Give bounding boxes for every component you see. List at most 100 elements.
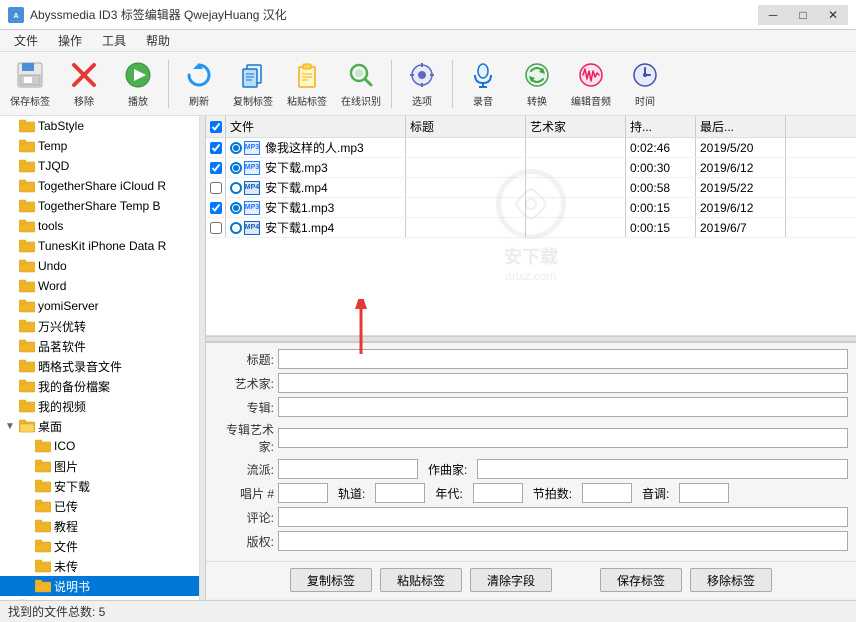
- remove-tag-button[interactable]: 移除标签: [690, 568, 772, 592]
- maximize-button[interactable]: □: [788, 5, 818, 25]
- select-all-checkbox[interactable]: [210, 121, 222, 133]
- artist-label: 艺术家:: [214, 375, 274, 392]
- sidebar-item-wanxing[interactable]: 万兴优转: [0, 316, 199, 336]
- sidebar-item-desktop[interactable]: ▼桌面: [0, 416, 199, 436]
- menu-file[interactable]: 文件: [4, 30, 48, 51]
- menu-operation[interactable]: 操作: [48, 30, 92, 51]
- album-artist-input[interactable]: [278, 428, 848, 448]
- sidebar-item-wenjian[interactable]: 文件: [0, 536, 199, 556]
- sidebar-item-tjqd[interactable]: TJQD: [0, 156, 199, 176]
- sidebar-item-beifeng[interactable]: 我的备份檔案: [0, 376, 199, 396]
- table-row[interactable]: MP3 安下载1.mp3 0:00:15 2019/6/12: [206, 198, 856, 218]
- tag-row-album: 专辑:: [214, 397, 848, 417]
- year-input[interactable]: [473, 483, 523, 503]
- table-row[interactable]: MP4 安下载.mp4 0:00:58 2019/5/22: [206, 178, 856, 198]
- row-check[interactable]: [206, 178, 226, 197]
- sidebar-item-label: ICO: [54, 439, 75, 453]
- sidebar-item-word[interactable]: Word: [0, 276, 199, 296]
- sidebar-item-tupian[interactable]: 图片: [0, 456, 199, 476]
- status-bar: 找到的文件总数: 5: [0, 600, 856, 622]
- sidebar-item-geshi[interactable]: 晒格式录音文件: [0, 356, 199, 376]
- time-button[interactable]: 时间: [619, 55, 671, 113]
- key-input[interactable]: [679, 483, 729, 503]
- convert-icon: [521, 59, 553, 91]
- folder-icon: [19, 278, 35, 294]
- horizontal-resize-handle[interactable]: [206, 336, 856, 342]
- sidebar-item-shipin[interactable]: 我的视频: [0, 396, 199, 416]
- sidebar-item-undo[interactable]: Undo: [0, 256, 199, 276]
- sidebar-item-jiaocheng[interactable]: 教程: [0, 516, 199, 536]
- clear-fields-button[interactable]: 清除字段: [470, 568, 552, 592]
- folder-icon: [19, 318, 35, 334]
- composer-input[interactable]: [477, 459, 848, 479]
- sidebar-item-ico[interactable]: ICO: [0, 436, 199, 456]
- remove-button[interactable]: 移除: [58, 55, 110, 113]
- convert-button[interactable]: 转换: [511, 55, 563, 113]
- paste-tag-bottom-button[interactable]: 粘贴标签: [380, 568, 462, 592]
- table-row[interactable]: MP3 像我这样的人.mp3 0:02:46 2019/5/20: [206, 138, 856, 158]
- file-list-header: 文件 标题 艺术家 持... 最后...: [206, 116, 856, 138]
- table-row[interactable]: MP3 安下载.mp3 0:00:30 2019/6/12: [206, 158, 856, 178]
- sidebar-item-yomiserver[interactable]: yomiServer: [0, 296, 199, 316]
- bpm-input[interactable]: [582, 483, 632, 503]
- record-button[interactable]: 录音: [457, 55, 509, 113]
- table-row[interactable]: MP4 安下载1.mp4 0:00:15 2019/6/7: [206, 218, 856, 238]
- sidebar-item-tuneskit[interactable]: TunesKit iPhone Data R: [0, 236, 199, 256]
- sidebar-item-ruanjian[interactable]: ▶软件安装: [0, 596, 199, 600]
- sidebar-item-label: TabStyle: [38, 119, 84, 133]
- sidebar-item-anxiazai[interactable]: 安下载: [0, 476, 199, 496]
- sidebar-item-tools[interactable]: tools: [0, 216, 199, 236]
- file-checkbox[interactable]: [210, 142, 222, 154]
- sidebar-item-weichuan[interactable]: 未传: [0, 556, 199, 576]
- file-name-text: 安下载.mp4: [265, 179, 328, 196]
- online-id-button[interactable]: 在线识别: [335, 55, 387, 113]
- row-check[interactable]: [206, 198, 226, 217]
- file-checkbox[interactable]: [210, 182, 222, 194]
- paste-tag-button[interactable]: 粘贴标签: [281, 55, 333, 113]
- refresh-button[interactable]: 刷新: [173, 55, 225, 113]
- sidebar-item-pinpin[interactable]: 品茗软件: [0, 336, 199, 356]
- save-tag-bottom-button[interactable]: 保存标签: [600, 568, 682, 592]
- save-tag-button[interactable]: 保存标签: [4, 55, 56, 113]
- sidebar-item-shuomingshu[interactable]: 说明书: [0, 576, 199, 596]
- composer-label: 作曲家:: [422, 461, 473, 478]
- sidebar-item-temp[interactable]: Temp: [0, 136, 199, 156]
- album-input[interactable]: [278, 397, 848, 417]
- row-check[interactable]: [206, 158, 226, 177]
- artist-input[interactable]: [278, 373, 848, 393]
- menu-tools[interactable]: 工具: [92, 30, 136, 51]
- file-checkbox[interactable]: [210, 162, 222, 174]
- copy-tag-bottom-button[interactable]: 复制标签: [290, 568, 372, 592]
- folder-icon: [35, 538, 51, 554]
- options-button[interactable]: 选项: [396, 55, 448, 113]
- col-header-title: 标题: [406, 116, 526, 137]
- file-checkbox[interactable]: [210, 222, 222, 234]
- copy-tag-button[interactable]: 复制标签: [227, 55, 279, 113]
- disk-input[interactable]: [278, 483, 328, 503]
- file-artist: [526, 158, 626, 177]
- file-name: MP3 安下载.mp3: [226, 158, 406, 177]
- track-input[interactable]: [375, 483, 425, 503]
- sidebar-item-togethershare-icloud[interactable]: TogetherShare iCloud R: [0, 176, 199, 196]
- window-title: Abyssmedia ID3 标签编辑器 QwejayHuang 汉化: [30, 6, 287, 23]
- menu-help[interactable]: 帮助: [136, 30, 180, 51]
- comment-input[interactable]: [278, 507, 848, 527]
- tag-row-artist: 艺术家:: [214, 373, 848, 393]
- main-layout: TabStyle Temp TJQDTogetherShare iCloud RTo…: [0, 116, 856, 600]
- refresh-icon: [183, 59, 215, 91]
- sidebar-item-label: Temp: [38, 139, 67, 153]
- minimize-button[interactable]: ─: [758, 5, 788, 25]
- comment-label: 评论:: [214, 509, 274, 526]
- row-check[interactable]: [206, 218, 226, 237]
- copyright-input[interactable]: [278, 531, 848, 551]
- genre-input[interactable]: [278, 459, 418, 479]
- row-check[interactable]: [206, 138, 226, 157]
- close-button[interactable]: ✕: [818, 5, 848, 25]
- file-checkbox[interactable]: [210, 202, 222, 214]
- play-button[interactable]: 播放: [112, 55, 164, 113]
- sidebar-item-togethershare-temp[interactable]: TogetherShare Temp B: [0, 196, 199, 216]
- sidebar-item-label: 已传: [54, 498, 78, 515]
- sidebar-item-tabstyle[interactable]: TabStyle: [0, 116, 199, 136]
- edit-audio-button[interactable]: 编辑音频: [565, 55, 617, 113]
- sidebar-item-yichuan[interactable]: 已传: [0, 496, 199, 516]
